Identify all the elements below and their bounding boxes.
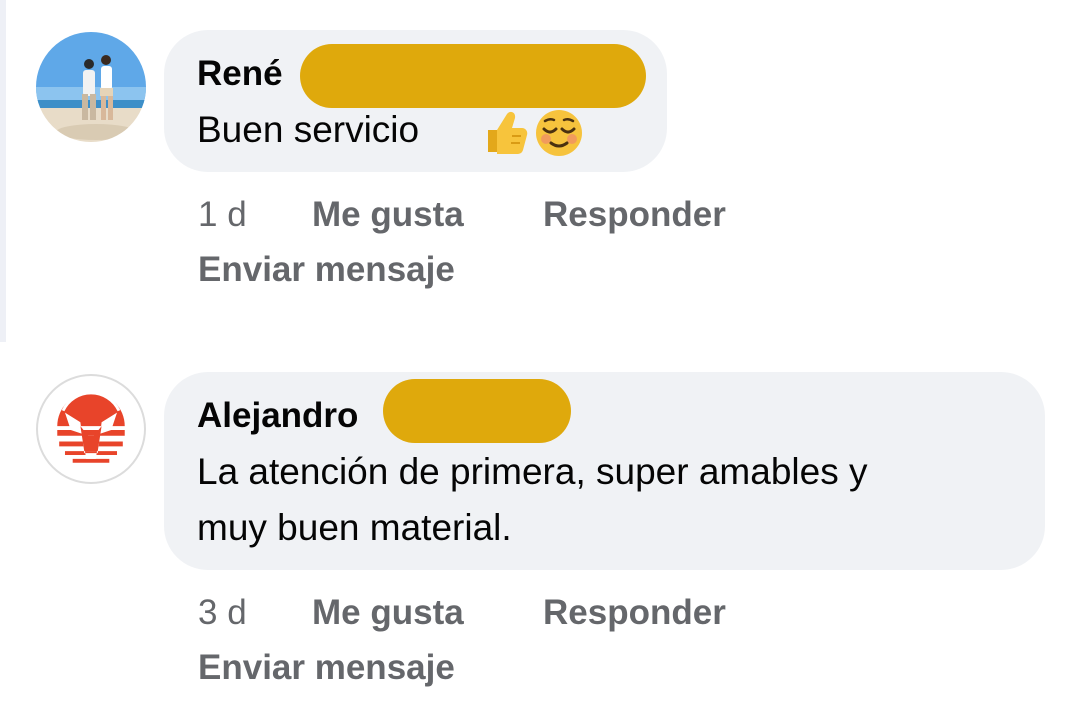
author-name[interactable]: René	[197, 54, 283, 94]
redaction-mark	[383, 379, 571, 443]
like-button[interactable]: Me gusta	[312, 593, 464, 633]
redaction-mark	[300, 44, 646, 108]
send-message-button[interactable]: Enviar mensaje	[198, 250, 455, 290]
thread-line	[0, 0, 6, 342]
reply-button[interactable]: Responder	[543, 593, 726, 633]
reply-button[interactable]: Responder	[543, 195, 726, 235]
comment-timestamp[interactable]: 1 d	[198, 195, 247, 235]
comment-text: muy buen material.	[197, 507, 512, 548]
avatar[interactable]	[36, 374, 146, 484]
author-name[interactable]: Alejandro	[197, 396, 358, 436]
bull-logo-icon	[44, 382, 138, 476]
avatar[interactable]	[36, 32, 146, 142]
like-button[interactable]: Me gusta	[312, 195, 464, 235]
relieved-face-icon	[534, 108, 584, 158]
thumbs-up-icon	[482, 108, 528, 156]
send-message-button[interactable]: Enviar mensaje	[198, 648, 455, 688]
comment-text: Buen servicio	[197, 109, 420, 150]
comment-text: La atención de primera, super amables y	[197, 451, 868, 492]
beach-photo-icon	[36, 32, 146, 142]
comment-timestamp[interactable]: 3 d	[198, 593, 247, 633]
